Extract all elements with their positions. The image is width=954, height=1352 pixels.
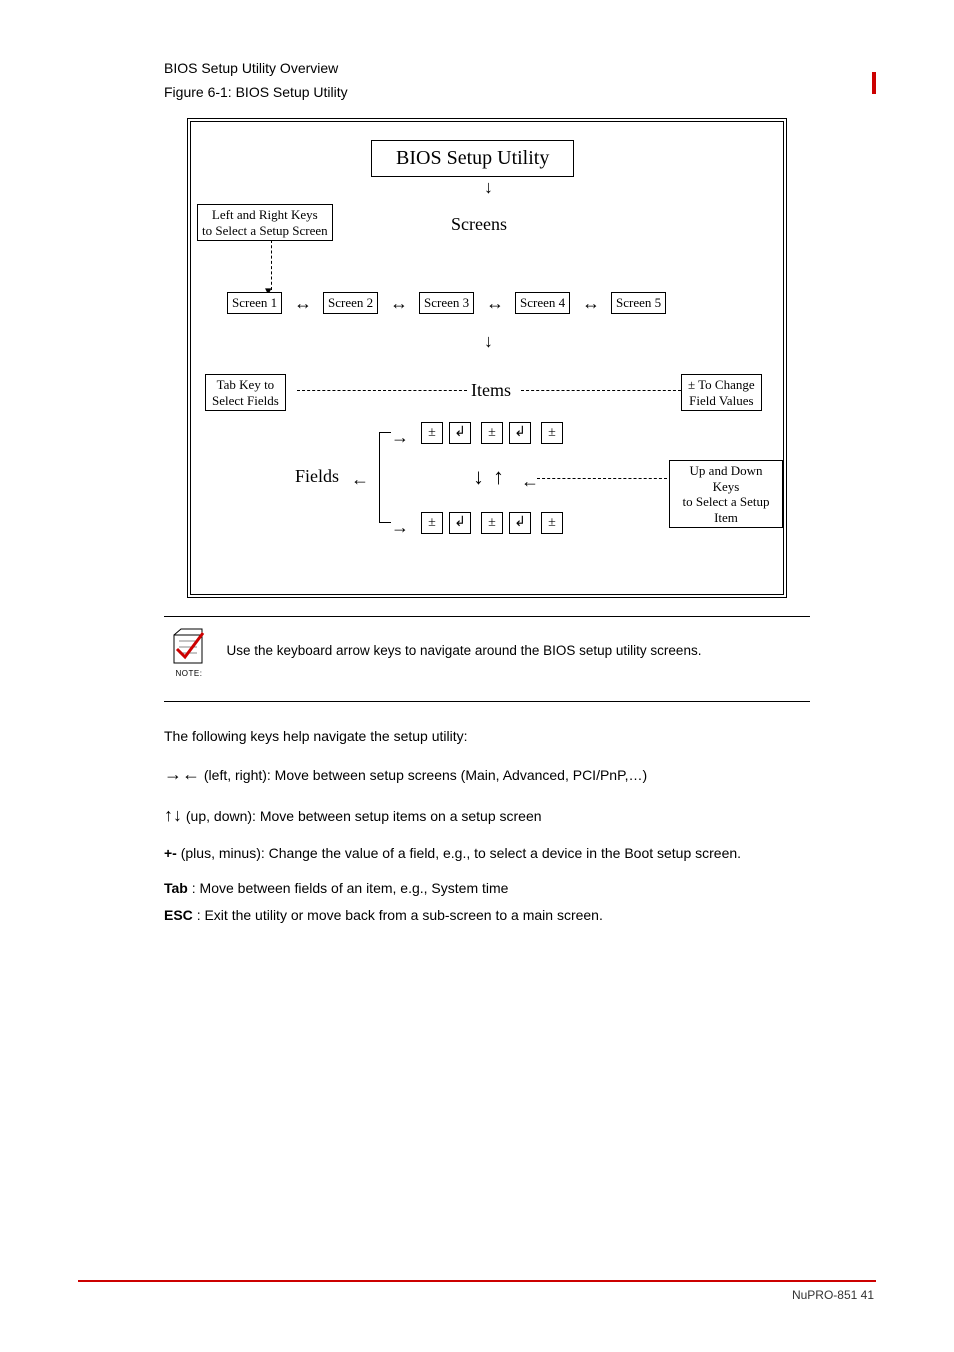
arrow-lr-icon: ↔	[294, 294, 312, 312]
arrow-down-icon: ↓	[473, 466, 484, 488]
arrow-left-icon: ←	[521, 472, 539, 490]
screen-box: Screen 2	[323, 292, 378, 314]
key-row: ↑↓ (up, down): Move between setup items …	[164, 802, 810, 829]
footer-text: NuPRO-851 41	[0, 1282, 954, 1302]
header-accent-bar	[872, 72, 876, 94]
screen-box: Screen 1	[227, 292, 282, 314]
key-row: Tab : Move between fields of an item, e.…	[164, 878, 810, 899]
key-symbol: ESC	[164, 907, 193, 923]
key-row: +- (plus, minus): Change the value of a …	[164, 843, 810, 864]
note-icon: NOTE:	[164, 627, 214, 678]
key-desc: (plus, minus): Change the value of a fie…	[181, 845, 741, 861]
note-label: NOTE:	[164, 669, 214, 678]
figure-label: Figure 6-1: BIOS Setup Utility	[164, 84, 874, 100]
pm-box: ±	[541, 512, 563, 534]
dotted-line	[297, 390, 467, 391]
screen-box: Screen 4	[515, 292, 570, 314]
arrow-down-icon: ↓	[484, 178, 493, 196]
arrow-lr-icon: ↔	[486, 294, 504, 312]
keys-list: The following keys help navigate the set…	[164, 726, 810, 926]
diagram-title-box: BIOS Setup Utility	[371, 140, 574, 177]
key-desc: (up, down): Move between setup items on …	[186, 808, 542, 824]
ud-keys-box: Up and Down Keys to Select a Setup Item	[669, 460, 783, 528]
arrow-lr-icon: ↔	[390, 294, 408, 312]
page-footer: NuPRO-851 41	[0, 1280, 954, 1302]
note-block: NOTE: Use the keyboard arrow keys to nav…	[164, 616, 810, 702]
items-label: Items	[471, 380, 511, 401]
bracket-line	[379, 522, 391, 523]
key-symbol: Tab	[164, 880, 188, 896]
key-desc: : Exit the utility or move back from a s…	[197, 907, 603, 923]
arrow-right-icon: →	[391, 428, 409, 446]
fields-label: Fields	[295, 466, 339, 487]
pm-box: ±	[481, 422, 503, 444]
lr-keys-text: Left and Right Keys to Select a Setup Sc…	[202, 207, 328, 238]
lr-keys-box: Left and Right Keys to Select a Setup Sc…	[197, 204, 333, 241]
key-symbol: +-	[164, 845, 177, 861]
ud-keys-text: Up and Down Keys to Select a Setup Item	[682, 463, 769, 525]
bracket-line	[379, 432, 391, 433]
change-values-box: ± To Change Field Values	[681, 374, 762, 411]
arrow-right-icon: →	[391, 518, 409, 536]
enter-box: ↲	[509, 512, 531, 534]
arrow-left-icon: ←	[351, 470, 369, 488]
screens-label: Screens	[451, 214, 507, 235]
arrow-down-icon: ↓	[484, 332, 493, 350]
key-row: →← (left, right): Move between setup scr…	[164, 761, 810, 788]
enter-box: ↲	[509, 422, 531, 444]
key-desc: : Move between fields of an item, e.g., …	[192, 880, 509, 896]
screen-box: Screen 5	[611, 292, 666, 314]
pm-box: ±	[481, 512, 503, 534]
bracket-line	[379, 432, 380, 522]
key-row: ESC : Exit the utility or move back from…	[164, 905, 810, 926]
pm-box: ±	[421, 512, 443, 534]
screen-box: Screen 3	[419, 292, 474, 314]
keys-intro: The following keys help navigate the set…	[164, 726, 810, 747]
key-symbol: →←	[164, 764, 200, 784]
note-text: Use the keyboard arrow keys to navigate …	[218, 627, 788, 658]
bios-diagram: BIOS Setup Utility ↓ Left and Right Keys…	[187, 118, 787, 598]
pm-box: ±	[421, 422, 443, 444]
section-title: BIOS Setup Utility Overview	[164, 60, 874, 76]
enter-box: ↲	[449, 512, 471, 534]
tab-key-box: Tab Key to Select Fields	[205, 374, 286, 411]
pm-box: ±	[541, 422, 563, 444]
key-symbol: ↑↓	[164, 805, 182, 825]
arrow-up-icon: ↑	[493, 466, 504, 488]
dotted-line	[537, 478, 667, 479]
dotted-line	[521, 390, 681, 391]
key-desc: (left, right): Move between setup screen…	[204, 767, 647, 783]
tab-key-text: Tab Key to Select Fields	[212, 377, 279, 408]
arrow-lr-icon: ↔	[582, 294, 600, 312]
enter-box: ↲	[449, 422, 471, 444]
change-values-text: ± To Change Field Values	[688, 377, 755, 408]
